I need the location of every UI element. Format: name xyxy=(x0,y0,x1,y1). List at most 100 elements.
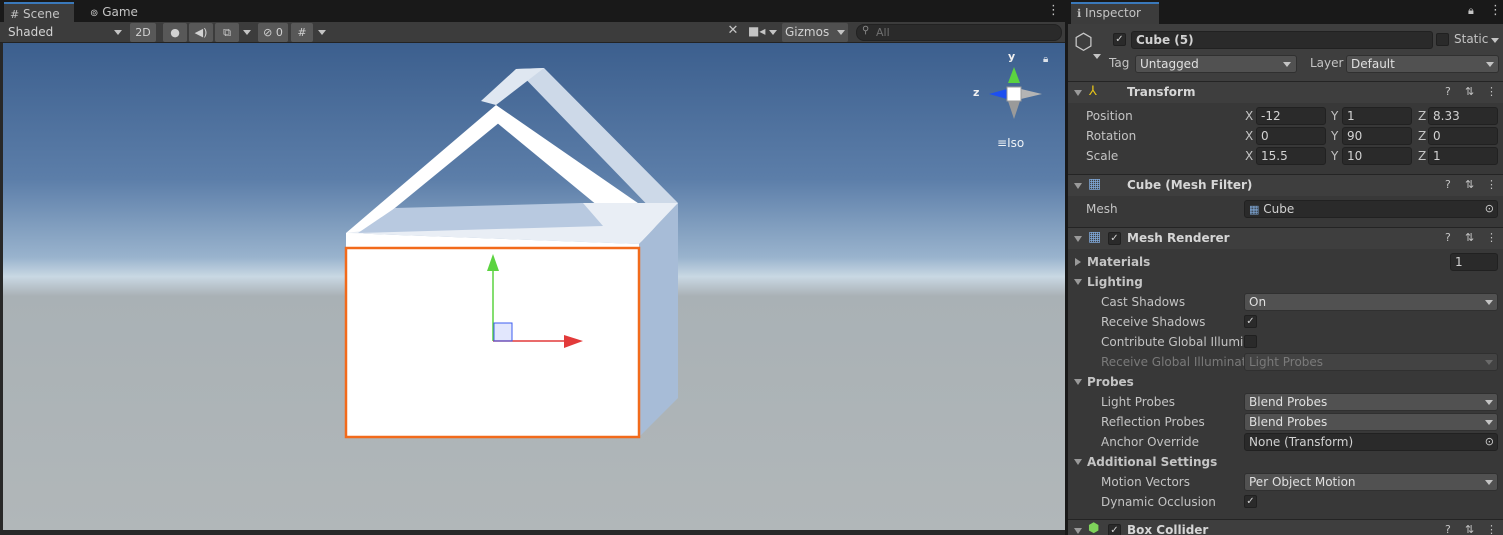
presets-icon[interactable]: ⇅ xyxy=(1465,178,1474,191)
lighting-row[interactable]: Lighting xyxy=(1068,272,1503,292)
object-picker-icon[interactable]: ⊙ xyxy=(1485,434,1494,450)
axis-z-label[interactable]: Z xyxy=(1418,106,1426,126)
dynamic-occlusion-checkbox[interactable]: ✓ xyxy=(1244,495,1257,508)
object-name-field[interactable]: Cube (5) xyxy=(1131,31,1433,49)
cast-shadows-dropdown[interactable]: On xyxy=(1244,293,1498,311)
position-z-field[interactable]: 8.33 xyxy=(1428,107,1498,125)
audio-toggle-icon[interactable]: ◀) xyxy=(189,23,213,42)
presets-icon[interactable]: ⇅ xyxy=(1465,231,1474,244)
mesh-object-field[interactable]: ▦ Cube ⊙ xyxy=(1244,200,1498,218)
scene-viewport[interactable]: y z 🔒︎ ≡Iso xyxy=(3,43,1065,530)
component-menu-icon[interactable]: ⋮ xyxy=(1486,178,1497,191)
scale-z-field[interactable]: 1 xyxy=(1428,147,1498,165)
axis-z-label[interactable]: Z xyxy=(1418,146,1426,166)
camera-dropdown-chevron-icon[interactable] xyxy=(766,22,780,43)
lock-icon[interactable]: 🔒︎ xyxy=(1468,4,1474,18)
probes-row[interactable]: Probes xyxy=(1068,372,1503,392)
component-menu-icon[interactable]: ⋮ xyxy=(1486,231,1497,244)
grid-dropdown-chevron-icon[interactable] xyxy=(315,22,329,43)
gamepad-icon: ⊚ xyxy=(90,8,99,19)
reflection-probes-label: Reflection Probes xyxy=(1101,415,1205,429)
help-icon[interactable]: ? xyxy=(1445,523,1451,535)
help-icon[interactable]: ? xyxy=(1445,178,1451,191)
lock-icon[interactable]: 🔒︎ xyxy=(1043,54,1048,65)
axis-y-label[interactable]: Y xyxy=(1331,146,1338,166)
tab-game[interactable]: ⊚ Game xyxy=(84,2,154,22)
tab-scene[interactable]: # Scene xyxy=(4,2,74,22)
tab-inspector[interactable]: ℹ Inspector xyxy=(1071,2,1159,24)
mesh-row: Mesh ▦ Cube ⊙ xyxy=(1068,199,1503,219)
scale-y-field[interactable]: 10 xyxy=(1342,147,1412,165)
foldout-icon[interactable] xyxy=(1074,528,1082,534)
foldout-icon[interactable] xyxy=(1074,279,1082,285)
lighting-toggle-icon[interactable]: ● xyxy=(163,23,187,42)
tag-dropdown[interactable]: Untagged xyxy=(1135,55,1297,73)
axis-x-label[interactable]: X xyxy=(1245,106,1253,126)
gizmo-z-label: z xyxy=(973,86,980,99)
more-menu-icon[interactable]: ⋮ xyxy=(1047,3,1060,18)
anchor-override-row: Anchor Override None (Transform) ⊙ xyxy=(1068,432,1503,452)
effects-dropdown-chevron-icon[interactable] xyxy=(240,22,254,43)
contribute-gi-checkbox[interactable] xyxy=(1244,335,1257,348)
chevron-down-icon xyxy=(114,30,122,35)
object-picker-icon[interactable]: ⊙ xyxy=(1485,201,1494,217)
scene-visibility-toggle[interactable]: ⊘ 0 xyxy=(258,23,288,42)
foldout-icon[interactable] xyxy=(1074,90,1082,96)
dynamic-occlusion-label: Dynamic Occlusion xyxy=(1101,495,1216,509)
axis-x-label[interactable]: X xyxy=(1245,146,1253,166)
motion-vectors-value: Per Object Motion xyxy=(1249,475,1356,489)
effects-toggle-icon[interactable]: ⧉ xyxy=(215,23,239,42)
position-x-field[interactable]: -12 xyxy=(1256,107,1326,125)
axis-y-label[interactable]: Y xyxy=(1331,106,1338,126)
foldout-icon[interactable] xyxy=(1074,459,1082,465)
static-checkbox[interactable] xyxy=(1436,33,1449,46)
chevron-down-icon[interactable] xyxy=(1093,54,1101,59)
camera-icon[interactable]: ■◂ xyxy=(748,24,768,38)
tools-icon[interactable]: ✕ xyxy=(723,23,743,38)
help-icon[interactable]: ? xyxy=(1445,231,1451,244)
anchor-override-field[interactable]: None (Transform) ⊙ xyxy=(1244,433,1498,451)
receive-shadows-checkbox[interactable]: ✓ xyxy=(1244,315,1257,328)
rotation-z-field[interactable]: 0 xyxy=(1428,127,1498,145)
light-probes-dropdown[interactable]: Blend Probes xyxy=(1244,393,1498,411)
additional-settings-row[interactable]: Additional Settings xyxy=(1068,452,1503,472)
foldout-icon[interactable] xyxy=(1074,379,1082,385)
object-active-checkbox[interactable]: ✓ xyxy=(1113,33,1126,46)
box-collider-header[interactable]: ⬢ ✓ Box Collider ? ⇅ ⋮ xyxy=(1068,519,1503,535)
component-menu-icon[interactable]: ⋮ xyxy=(1486,523,1497,535)
position-y-field[interactable]: 1 xyxy=(1342,107,1412,125)
materials-row[interactable]: Materials 1 xyxy=(1068,252,1503,272)
help-icon[interactable]: ? xyxy=(1445,85,1451,98)
projection-toggle[interactable]: ≡Iso xyxy=(997,136,1024,150)
rotation-row: Rotation X 0 Y 90 Z 0 xyxy=(1068,126,1503,146)
box-collider-enabled-checkbox[interactable]: ✓ xyxy=(1108,524,1121,535)
search-box[interactable]: ⚲ All xyxy=(856,24,1062,41)
axis-z-label[interactable]: Z xyxy=(1418,126,1426,146)
materials-count-field[interactable]: 1 xyxy=(1450,253,1498,271)
static-chevron-icon[interactable] xyxy=(1491,38,1499,43)
axis-x-label[interactable]: X xyxy=(1245,126,1253,146)
rotation-y-field[interactable]: 90 xyxy=(1342,127,1412,145)
scale-x-field[interactable]: 15.5 xyxy=(1256,147,1326,165)
toggle-2d-button[interactable]: 2D xyxy=(130,23,156,42)
foldout-icon[interactable] xyxy=(1074,183,1082,189)
presets-icon[interactable]: ⇅ xyxy=(1465,85,1474,98)
axis-y-label[interactable]: Y xyxy=(1331,126,1338,146)
transform-header[interactable]: ⅄ Transform ? ⇅ ⋮ xyxy=(1068,81,1503,103)
foldout-collapsed-icon[interactable] xyxy=(1075,258,1081,266)
layer-dropdown[interactable]: Default xyxy=(1346,55,1499,73)
component-menu-icon[interactable]: ⋮ xyxy=(1486,85,1497,98)
reflection-probes-dropdown[interactable]: Blend Probes xyxy=(1244,413,1498,431)
mesh-renderer-enabled-checkbox[interactable]: ✓ xyxy=(1108,232,1121,245)
foldout-icon[interactable] xyxy=(1074,236,1082,242)
mesh-filter-header[interactable]: ▦ Cube (Mesh Filter) ? ⇅ ⋮ xyxy=(1068,174,1503,196)
presets-icon[interactable]: ⇅ xyxy=(1465,523,1474,535)
gizmos-dropdown[interactable]: Gizmos xyxy=(782,23,848,42)
motion-vectors-dropdown[interactable]: Per Object Motion xyxy=(1244,473,1498,491)
rotation-x-field[interactable]: 0 xyxy=(1256,127,1326,145)
cube-icon[interactable]: ⬡ xyxy=(1074,30,1093,55)
mesh-renderer-header[interactable]: ▦ ✓ Mesh Renderer ? ⇅ ⋮ xyxy=(1068,227,1503,249)
grid-toggle-icon[interactable]: # xyxy=(291,23,313,42)
shading-mode-dropdown[interactable]: Shaded xyxy=(4,22,124,43)
more-menu-icon[interactable]: ⋮ xyxy=(1489,3,1502,18)
